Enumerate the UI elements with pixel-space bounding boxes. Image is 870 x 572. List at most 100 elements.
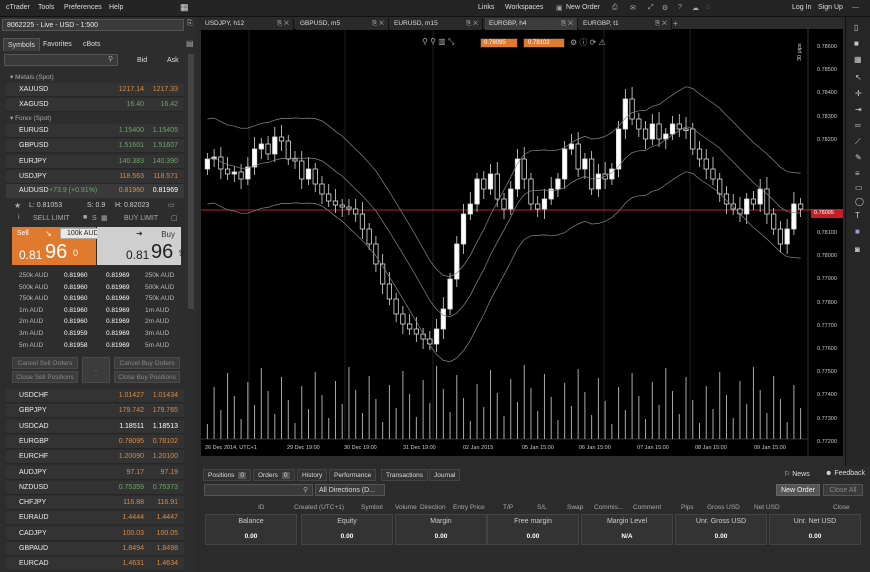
menu-help[interactable]: Help xyxy=(109,4,123,11)
column-header[interactable]: Volume xyxy=(395,504,417,511)
depth-ask[interactable]: 0.81969 xyxy=(106,272,130,279)
symbol-bid[interactable]: 140.383 xyxy=(119,158,144,165)
print-icon[interactable]: ⎙ xyxy=(612,4,618,12)
symbol-bid[interactable]: 0.75359 xyxy=(119,484,144,491)
group-metals[interactable]: ▾ Metals (Spot) xyxy=(6,71,184,82)
crosshair-icon[interactable]: ✛ xyxy=(855,89,862,98)
symbol-ask[interactable]: 97.19 xyxy=(160,469,178,476)
chart-tab[interactable]: EURGBP, t1 ⎘ ✕ xyxy=(579,18,672,30)
info-icon[interactable]: i xyxy=(18,214,20,221)
fullscreen-icon[interactable]: ⤢ xyxy=(648,4,654,12)
menu-preferences[interactable]: Preferences xyxy=(64,4,102,11)
symbol-row[interactable]: EURUSD 1.15400 1.15405 xyxy=(6,124,184,138)
symbol-ask[interactable]: 1.4447 xyxy=(157,514,178,521)
column-header[interactable]: T/P xyxy=(503,504,513,511)
chat-icon[interactable]: ☁ xyxy=(692,4,699,12)
symbol-bid[interactable]: 179.742 xyxy=(119,407,144,414)
depth-ask[interactable]: 0.81969 xyxy=(106,342,130,349)
symbol-bid[interactable]: 1.01427 xyxy=(119,392,144,399)
depth-ask[interactable]: 0.81969 xyxy=(106,330,130,337)
text-icon[interactable]: T xyxy=(855,211,860,220)
trendline-icon[interactable]: ⟋ xyxy=(855,137,861,147)
symbol-bid[interactable]: 1.20090 xyxy=(119,453,144,460)
fibonacci-icon[interactable]: ≡ xyxy=(855,169,860,178)
ellipse-icon[interactable]: ◯ xyxy=(855,197,864,206)
symbol-row[interactable]: XAGUSD 16.40 16.42 xyxy=(6,98,184,113)
column-header[interactable]: Net USD xyxy=(754,504,780,511)
sell-toggle-label[interactable]: S xyxy=(92,215,97,222)
symbol-ask[interactable]: 1.01434 xyxy=(153,392,178,399)
price-chart[interactable]: ⚲ ⚲ ▥ ⤡ 0.78095 0.78102 ⚙ ⓘ ⟳ ⚠ 0.78095 … xyxy=(201,29,843,456)
panel-grid-icon[interactable]: ▦ xyxy=(854,55,862,64)
column-header[interactable]: Created (UTC+1) xyxy=(294,504,344,511)
tab-cbots[interactable]: cBots xyxy=(79,38,105,51)
symbol-ask[interactable]: 100.05 xyxy=(157,530,178,537)
symbol-ask[interactable]: 1.15405 xyxy=(153,127,178,134)
symbol-ask[interactable]: 116.91 xyxy=(157,499,178,506)
chart-tab[interactable]: EURGBP, h4 ⎘ ✕ xyxy=(485,18,578,30)
chart-tab-controls-icon[interactable]: ⎘ ✕ xyxy=(466,20,478,28)
symbol-row[interactable]: USDJPY 118.563 118.571 xyxy=(6,169,184,184)
camera-icon[interactable]: ◙ xyxy=(855,245,860,254)
chart-tab-controls-icon[interactable]: ⎘ ✕ xyxy=(277,20,289,28)
column-header[interactable]: Entry Price xyxy=(453,504,485,511)
symbol-ask[interactable]: 16.42 xyxy=(160,101,178,108)
depth-bid[interactable]: 0.81958 xyxy=(64,342,88,349)
lock-icon[interactable]: ◌ xyxy=(706,4,710,11)
symbol-ask[interactable]: 0.78102 xyxy=(153,438,178,445)
bottom-tab-positions[interactable]: Positions 0 xyxy=(203,469,251,481)
column-header[interactable]: Symbol xyxy=(361,504,383,511)
positions-search-input[interactable] xyxy=(204,484,313,496)
symbol-ask[interactable]: 1.20100 xyxy=(153,453,178,460)
symbol-bid[interactable]: 1.15400 xyxy=(119,127,144,134)
symbol-row[interactable]: EURGBP 0.78095 0.78102 xyxy=(6,434,184,449)
bottom-tab-orders[interactable]: Orders 0 xyxy=(253,469,295,481)
close-buy-positions-button[interactable]: Close Buy Positions xyxy=(114,371,180,383)
symbol-row[interactable]: GBPUSD 1.51601 1.51607 xyxy=(6,139,184,154)
chart-tab[interactable]: GBPUSD, m5 ⎘ ✕ xyxy=(296,18,389,30)
symbols-scrollbar[interactable] xyxy=(188,54,194,309)
column-header[interactable]: ID xyxy=(258,504,265,511)
sell-limit-button[interactable]: SELL LIMIT xyxy=(33,215,70,222)
depth-bid[interactable]: 0.81960 xyxy=(64,318,88,325)
account-menu-icon[interactable]: ⎘ xyxy=(187,20,193,28)
buy-limit-button[interactable]: BUY LIMIT xyxy=(124,215,158,222)
bottom-tab-performance[interactable]: Performance xyxy=(329,469,377,481)
help-icon[interactable]: ? xyxy=(678,4,682,11)
chart-tools-icons[interactable]: ⚙ ⓘ ⟳ ⚠ xyxy=(570,37,606,48)
symbol-row[interactable]: XAUUSD 1217.14 1217.33 xyxy=(6,83,184,97)
panel-full-icon[interactable]: ■ xyxy=(854,39,859,48)
depth-ask[interactable]: 0.81969 xyxy=(106,318,130,325)
symbol-row[interactable]: USDCAD 1.18511 1.18513 xyxy=(6,419,184,434)
close-sell-positions-button[interactable]: Close Sell Positions xyxy=(12,371,78,383)
add-tab-icon[interactable]: + xyxy=(673,19,678,28)
depth-bid[interactable]: 0.81960 xyxy=(64,284,88,291)
symbol-bid[interactable]: 100.03 xyxy=(123,530,144,537)
symbol-search-input[interactable] xyxy=(4,54,118,66)
menu-tools[interactable]: Tools xyxy=(38,4,54,11)
symbol-bid[interactable]: 0.78095 xyxy=(119,438,144,445)
depth-bid[interactable]: 0.81959 xyxy=(64,330,88,337)
chart-tab-controls-icon[interactable]: ⎘ ✕ xyxy=(561,20,573,28)
symbol-ask[interactable]: 1.4634 xyxy=(157,560,178,567)
close-all-positions-button[interactable]: Close All xyxy=(823,484,863,496)
bottom-tab-journal[interactable]: Journal xyxy=(429,469,461,481)
depth-ask[interactable]: 0.81969 xyxy=(106,295,130,302)
selected-symbol-row[interactable]: AUDUSD +73.9 (+0.91%) 0.81960 0.81969 xyxy=(6,184,184,198)
signup-link[interactable]: Sign Up xyxy=(818,4,843,11)
symbol-bid[interactable]: 1.8494 xyxy=(123,545,144,552)
color-icon[interactable]: ■ xyxy=(855,227,860,236)
column-header[interactable]: Direction xyxy=(420,504,446,511)
chart-sell-price[interactable]: 0.78095 xyxy=(480,38,518,48)
tab-symbols[interactable]: Symbols xyxy=(3,38,40,51)
menu-app[interactable]: cTrader xyxy=(6,4,30,11)
depth-bid[interactable]: 0.81960 xyxy=(64,272,88,279)
depth-bid[interactable]: 0.81960 xyxy=(64,307,88,314)
depth-bid[interactable]: 0.81960 xyxy=(64,295,88,302)
feedback-tab[interactable]: ☻ Feedback xyxy=(825,470,865,477)
symbol-bid[interactable]: 1.51601 xyxy=(119,142,144,149)
quick-trade-icon[interactable]: ▦ xyxy=(101,214,108,222)
bottom-tab-history[interactable]: History xyxy=(297,469,328,481)
account-selector[interactable]: 8062225 - Live - USD - 1:500 xyxy=(2,19,184,31)
symbol-ask[interactable]: 1.51607 xyxy=(153,142,178,149)
